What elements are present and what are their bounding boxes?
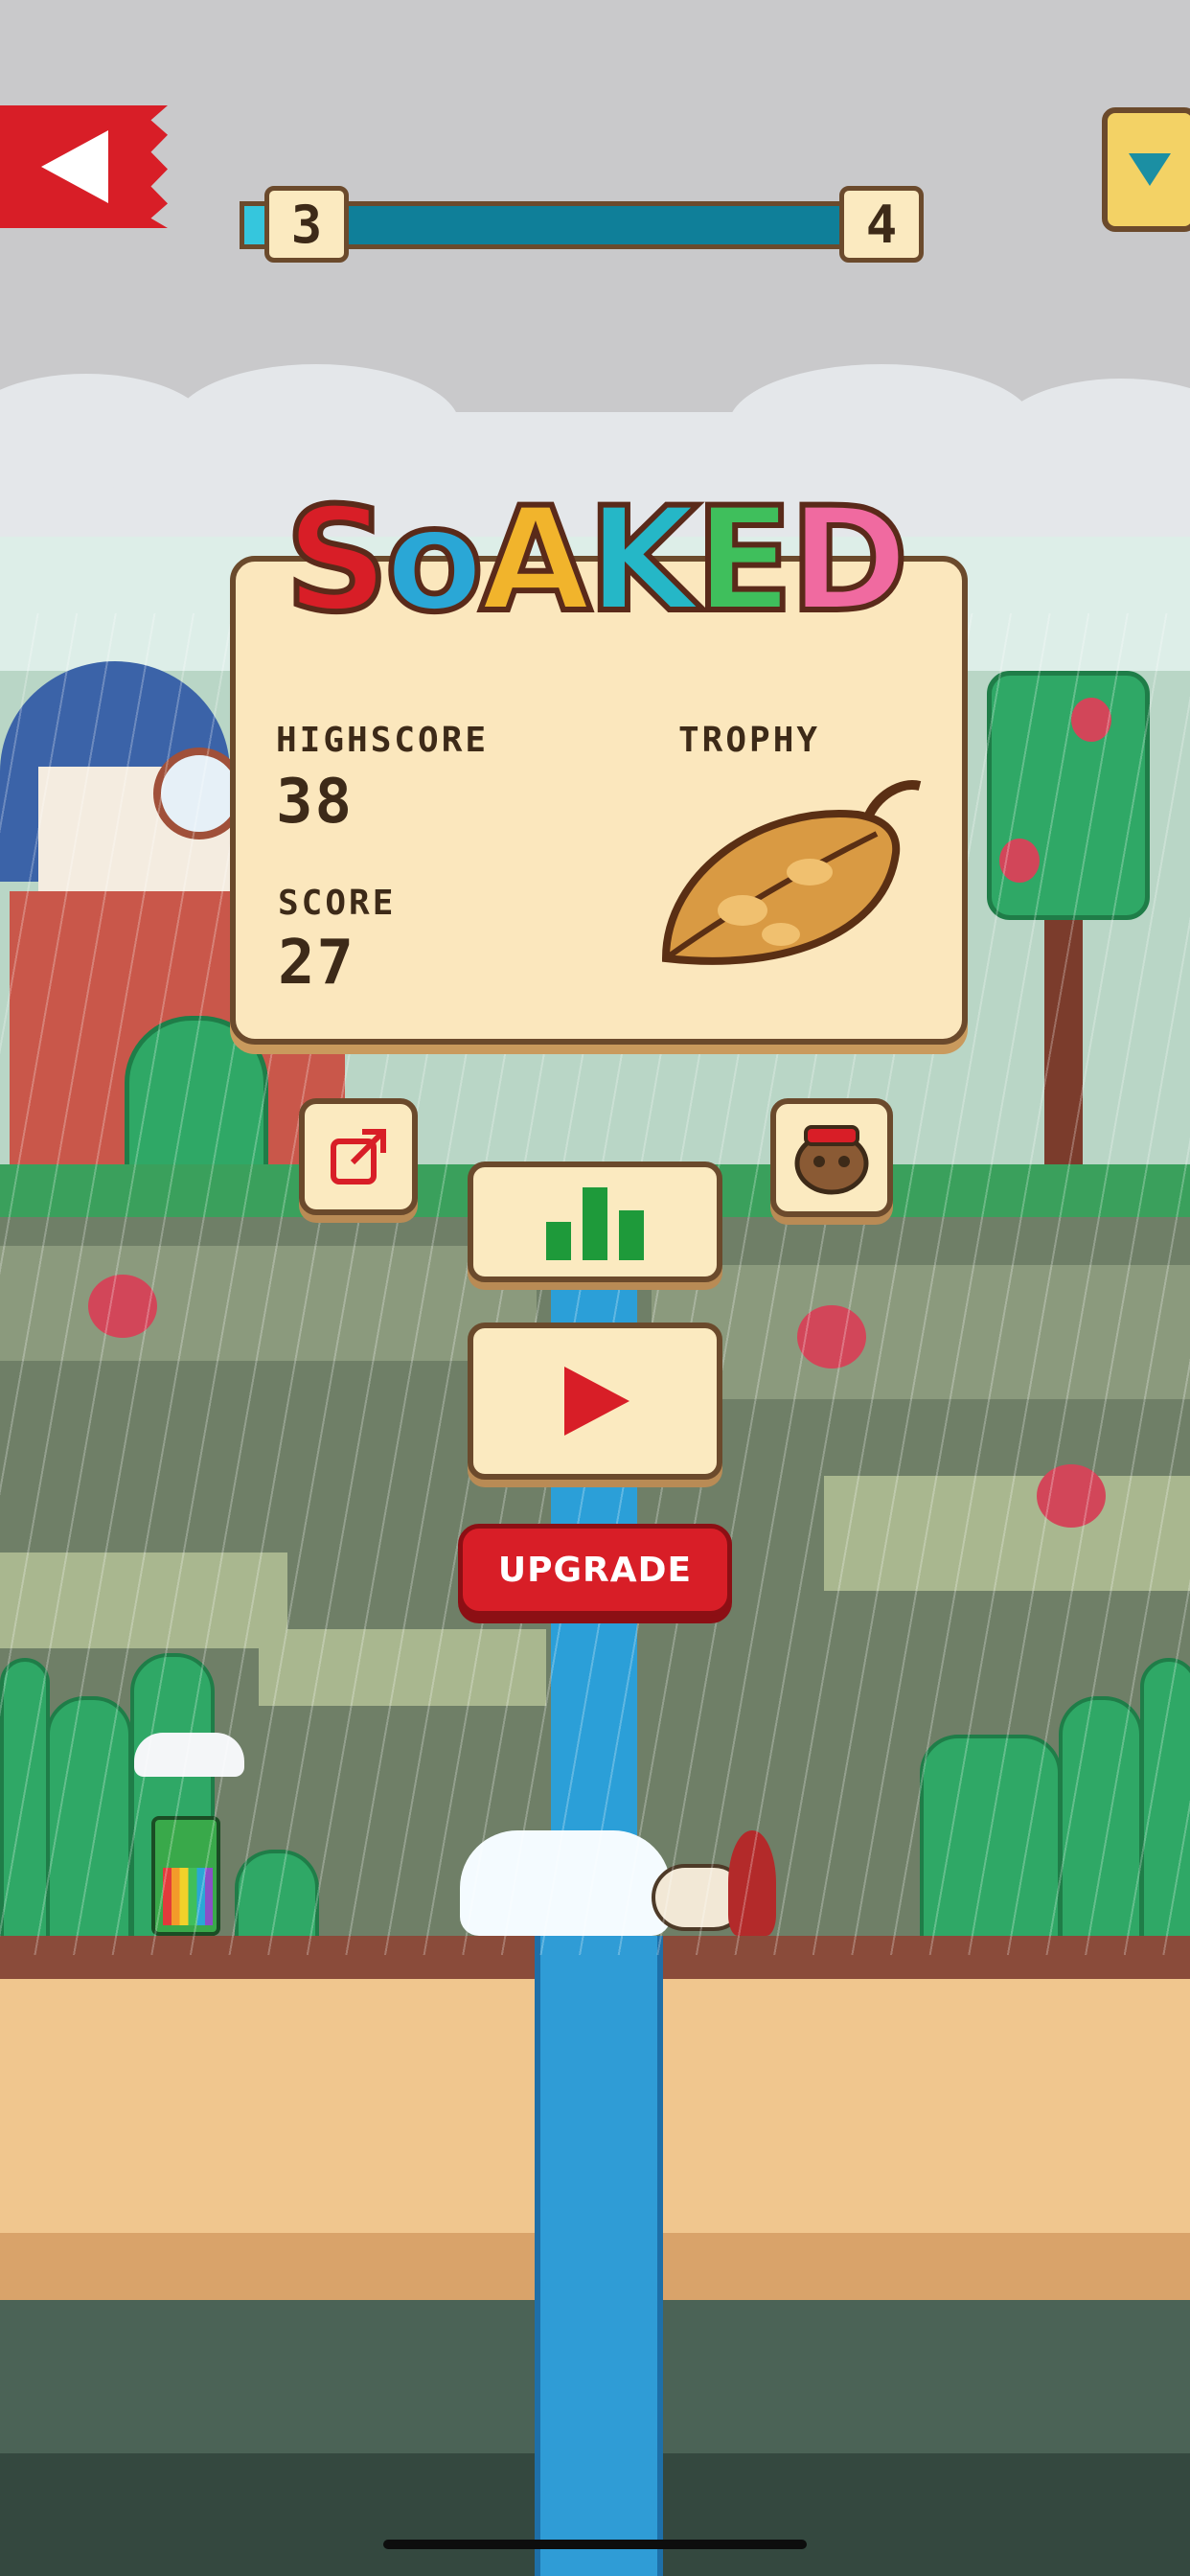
highscore-label: HIGHSCORE — [276, 721, 490, 760]
score-value: 27 — [278, 928, 356, 999]
character-select-icon — [794, 1125, 869, 1195]
leaderboard-button[interactable] — [468, 1162, 722, 1282]
back-arrow-icon — [40, 130, 108, 203]
terrace — [0, 1246, 537, 1361]
highscore-value: 38 — [276, 767, 355, 838]
player-character — [151, 1816, 220, 1936]
cactus-bush — [920, 1735, 1062, 1944]
score-label: SCORE — [278, 884, 397, 923]
back-button[interactable] — [0, 105, 168, 228]
title-letter: o — [382, 477, 487, 644]
cactus-bush — [0, 1658, 50, 1944]
rain-cloud — [134, 1733, 244, 1777]
cloud — [172, 364, 460, 489]
apple — [1071, 698, 1111, 742]
play-button[interactable] — [468, 1322, 722, 1480]
medal-icon — [1129, 153, 1171, 186]
cactus-bush — [1140, 1658, 1190, 1944]
play-icon — [564, 1367, 629, 1436]
title-letter: S — [283, 477, 392, 644]
umbrella — [728, 1830, 776, 1936]
water-splash — [460, 1830, 671, 1936]
terrace — [824, 1476, 1190, 1591]
terrace — [652, 1265, 1190, 1399]
cactus-bush — [235, 1850, 319, 1944]
terrace — [0, 1552, 287, 1648]
share-icon — [331, 1129, 386, 1184]
cactus-bush — [46, 1696, 132, 1944]
share-button[interactable] — [299, 1098, 418, 1215]
radish — [797, 1305, 866, 1368]
leaderboard-icon — [546, 1187, 644, 1260]
title-letter: E — [692, 477, 796, 644]
tree-trunk — [1044, 901, 1083, 1188]
title-letter: D — [787, 477, 911, 644]
radish — [88, 1275, 157, 1338]
trophy-label: TROPHY — [678, 721, 821, 760]
game-title-logo: SoAKED — [0, 481, 1190, 640]
game-scene — [0, 0, 1190, 2576]
current-level-badge: 3 — [264, 186, 349, 263]
upgrade-button[interactable]: UPGRADE — [458, 1524, 732, 1616]
character-select-button[interactable] — [770, 1098, 893, 1217]
cactus-bush — [1059, 1696, 1143, 1944]
title-letter: K — [584, 477, 701, 644]
leaf-trophy-icon — [661, 780, 922, 965]
terrace — [259, 1629, 546, 1706]
achievements-button[interactable] — [1102, 107, 1190, 232]
radish — [1037, 1464, 1106, 1528]
cloud — [728, 364, 1035, 489]
home-indicator[interactable] — [383, 2540, 807, 2549]
next-level-badge: 4 — [839, 186, 924, 263]
tree-foliage — [987, 671, 1150, 920]
waterfall-lower — [535, 1936, 663, 2576]
title-letter: A — [477, 477, 594, 644]
apple — [999, 839, 1040, 883]
